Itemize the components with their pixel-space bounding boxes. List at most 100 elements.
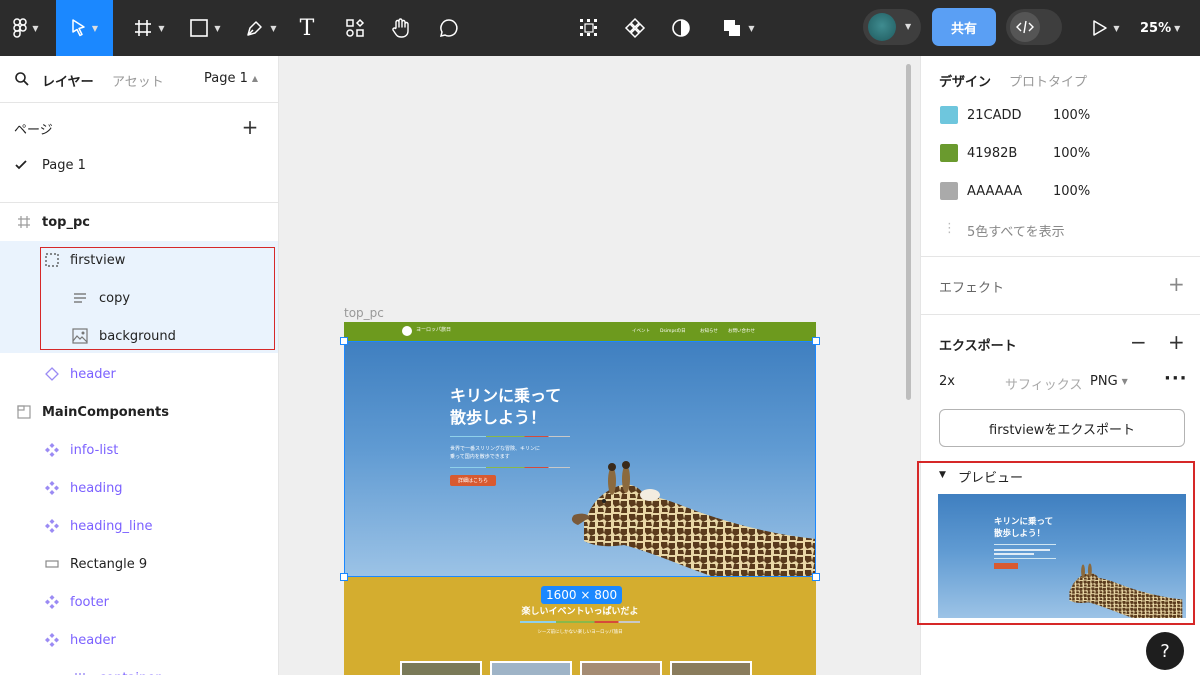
section-icon [15, 403, 33, 421]
color-hex[interactable]: 21CADD [967, 108, 1022, 123]
dev-mode-toggle[interactable] [1006, 9, 1062, 45]
site-header[interactable]: ヨーロッパ旅日 イベント Dsimpsの日 お知らせ お問い合わせ [344, 322, 816, 341]
play-icon [1093, 20, 1108, 36]
resources-button[interactable] [340, 0, 370, 56]
remove-export-icon[interactable]: − [1130, 330, 1147, 354]
site-nav-item[interactable]: お問い合わせ [728, 328, 755, 334]
tab-design[interactable]: デザイン [939, 71, 991, 90]
layer-heading[interactable]: heading [0, 469, 278, 507]
tab-prototype[interactable]: プロトタイプ [1009, 71, 1087, 90]
color-opacity[interactable]: 100% [1053, 146, 1090, 161]
export-button[interactable]: firstviewをエクスポート [939, 409, 1185, 447]
present-button[interactable]: ▼ [1086, 0, 1126, 56]
move-tool-button[interactable]: ▼ [56, 0, 113, 56]
preview-title-line: 散歩しよう！ [994, 529, 1046, 539]
resize-handle[interactable] [340, 337, 348, 345]
layer-heading-line[interactable]: heading_line [0, 507, 278, 545]
share-button[interactable]: 共有 [932, 8, 996, 46]
layer-footer[interactable]: footer [0, 583, 278, 621]
layer-label: header [70, 632, 116, 648]
site-nav-item[interactable]: お知らせ [700, 328, 718, 334]
component-icon [624, 17, 646, 39]
event-card-image [672, 663, 750, 675]
layer-header-component[interactable]: header [0, 621, 278, 659]
frame-tool-button[interactable]: ▼ [124, 0, 174, 56]
search-icon[interactable] [13, 70, 31, 88]
add-page-icon[interactable]: + [241, 115, 259, 139]
layer-maincomponents[interactable]: MainComponents [0, 393, 278, 431]
site-logo-icon [402, 326, 412, 336]
layer-label: copy [99, 290, 131, 306]
components-button[interactable] [620, 0, 650, 56]
tab-layers[interactable]: レイヤー [42, 71, 94, 90]
text-icon: T [299, 15, 315, 41]
event-card[interactable] [490, 661, 572, 675]
contrast-icon [672, 19, 690, 37]
page-item-label: Page 1 [42, 157, 86, 173]
shape-tool-button[interactable]: ▼ [180, 0, 230, 56]
chevron-down-icon: ▼ [1174, 23, 1181, 33]
resize-handle[interactable] [340, 573, 348, 581]
text-tool-button[interactable]: T [292, 0, 322, 56]
color-hex[interactable]: 41982B [967, 146, 1017, 161]
color-hex[interactable]: AAAAAA [967, 184, 1022, 199]
event-card-image [402, 663, 480, 675]
export-format-select[interactable]: PNG ▼ [1090, 374, 1128, 389]
help-button[interactable]: ? [1146, 632, 1184, 670]
chevron-down-icon: ▼ [905, 22, 912, 31]
pen-tool-button[interactable]: ▼ [236, 0, 286, 56]
layout-grid-button[interactable] [574, 0, 604, 56]
tab-assets[interactable]: アセット [112, 71, 164, 90]
color-opacity[interactable]: 100% [1053, 184, 1090, 199]
event-card[interactable] [670, 661, 752, 675]
divider [921, 256, 1200, 257]
event-card[interactable] [580, 661, 662, 675]
color-swatch[interactable] [940, 106, 958, 124]
preview-toggle[interactable]: プレビュー [958, 467, 1023, 486]
preview-text-line [994, 549, 1050, 551]
layer-header-instance[interactable]: header [0, 355, 278, 393]
layer-top-pc[interactable]: top_pc [0, 203, 278, 241]
zoom-menu[interactable]: 25% ▼ [1140, 0, 1180, 56]
layer-firstview[interactable]: firstview [0, 241, 278, 279]
resize-handle[interactable] [812, 337, 820, 345]
page-selector[interactable]: Page 1 ▲ [204, 71, 258, 86]
color-swatch[interactable] [940, 144, 958, 162]
text-lines-icon [71, 289, 89, 307]
effects-heading: エフェクト [939, 281, 1005, 296]
preview-text-line [994, 553, 1034, 555]
export-suffix-input[interactable]: サフィックス [1005, 374, 1082, 393]
chevron-down-icon: ▼ [748, 23, 755, 33]
comment-tool-button[interactable] [434, 0, 464, 56]
show-all-colors-link[interactable]: 5色すべてを表示 [967, 221, 1065, 240]
site-nav-item[interactable]: イベント [632, 328, 650, 334]
design-canvas[interactable]: top_pc ヨーロッパ旅日 イベント Dsimpsの日 お知らせ お問い合わせ [279, 56, 920, 675]
chevron-down-icon: ▼ [158, 23, 165, 33]
site-nav-item[interactable]: Dsimpsの日 [660, 328, 686, 334]
add-effect-icon[interactable]: + [1168, 272, 1185, 296]
chevron-down-icon: ▼ [91, 23, 99, 33]
preview-line [994, 558, 1056, 559]
add-export-icon[interactable]: + [1168, 330, 1185, 354]
layer-rectangle-9[interactable]: Rectangle 9 [0, 545, 278, 583]
event-card[interactable] [400, 661, 482, 675]
main-menu-button[interactable]: ▼ [6, 0, 46, 56]
color-swatch[interactable] [940, 182, 958, 200]
mask-button[interactable] [666, 0, 696, 56]
resize-handle[interactable] [812, 573, 820, 581]
boolean-button[interactable]: ▼ [716, 0, 760, 56]
layers-panel: レイヤー アセット Page 1 ▲ ページ + Page 1 top_pc f… [0, 56, 279, 675]
frame-label[interactable]: top_pc [344, 306, 384, 320]
user-avatar-menu[interactable]: ▼ [863, 9, 921, 45]
export-scale[interactable]: 2x [939, 374, 955, 389]
export-options-icon[interactable]: ··· [1164, 368, 1188, 389]
color-opacity[interactable]: 100% [1053, 108, 1090, 123]
hand-tool-button[interactable] [386, 0, 416, 56]
page-item-page-1[interactable]: Page 1 [0, 146, 278, 184]
layer-copy[interactable]: copy [0, 279, 278, 317]
layer-container[interactable]: container [0, 659, 278, 675]
layer-background[interactable]: background [0, 317, 278, 355]
canvas-scrollbar[interactable] [906, 64, 911, 400]
layer-info-list[interactable]: info-list [0, 431, 278, 469]
component-icon [43, 441, 61, 459]
